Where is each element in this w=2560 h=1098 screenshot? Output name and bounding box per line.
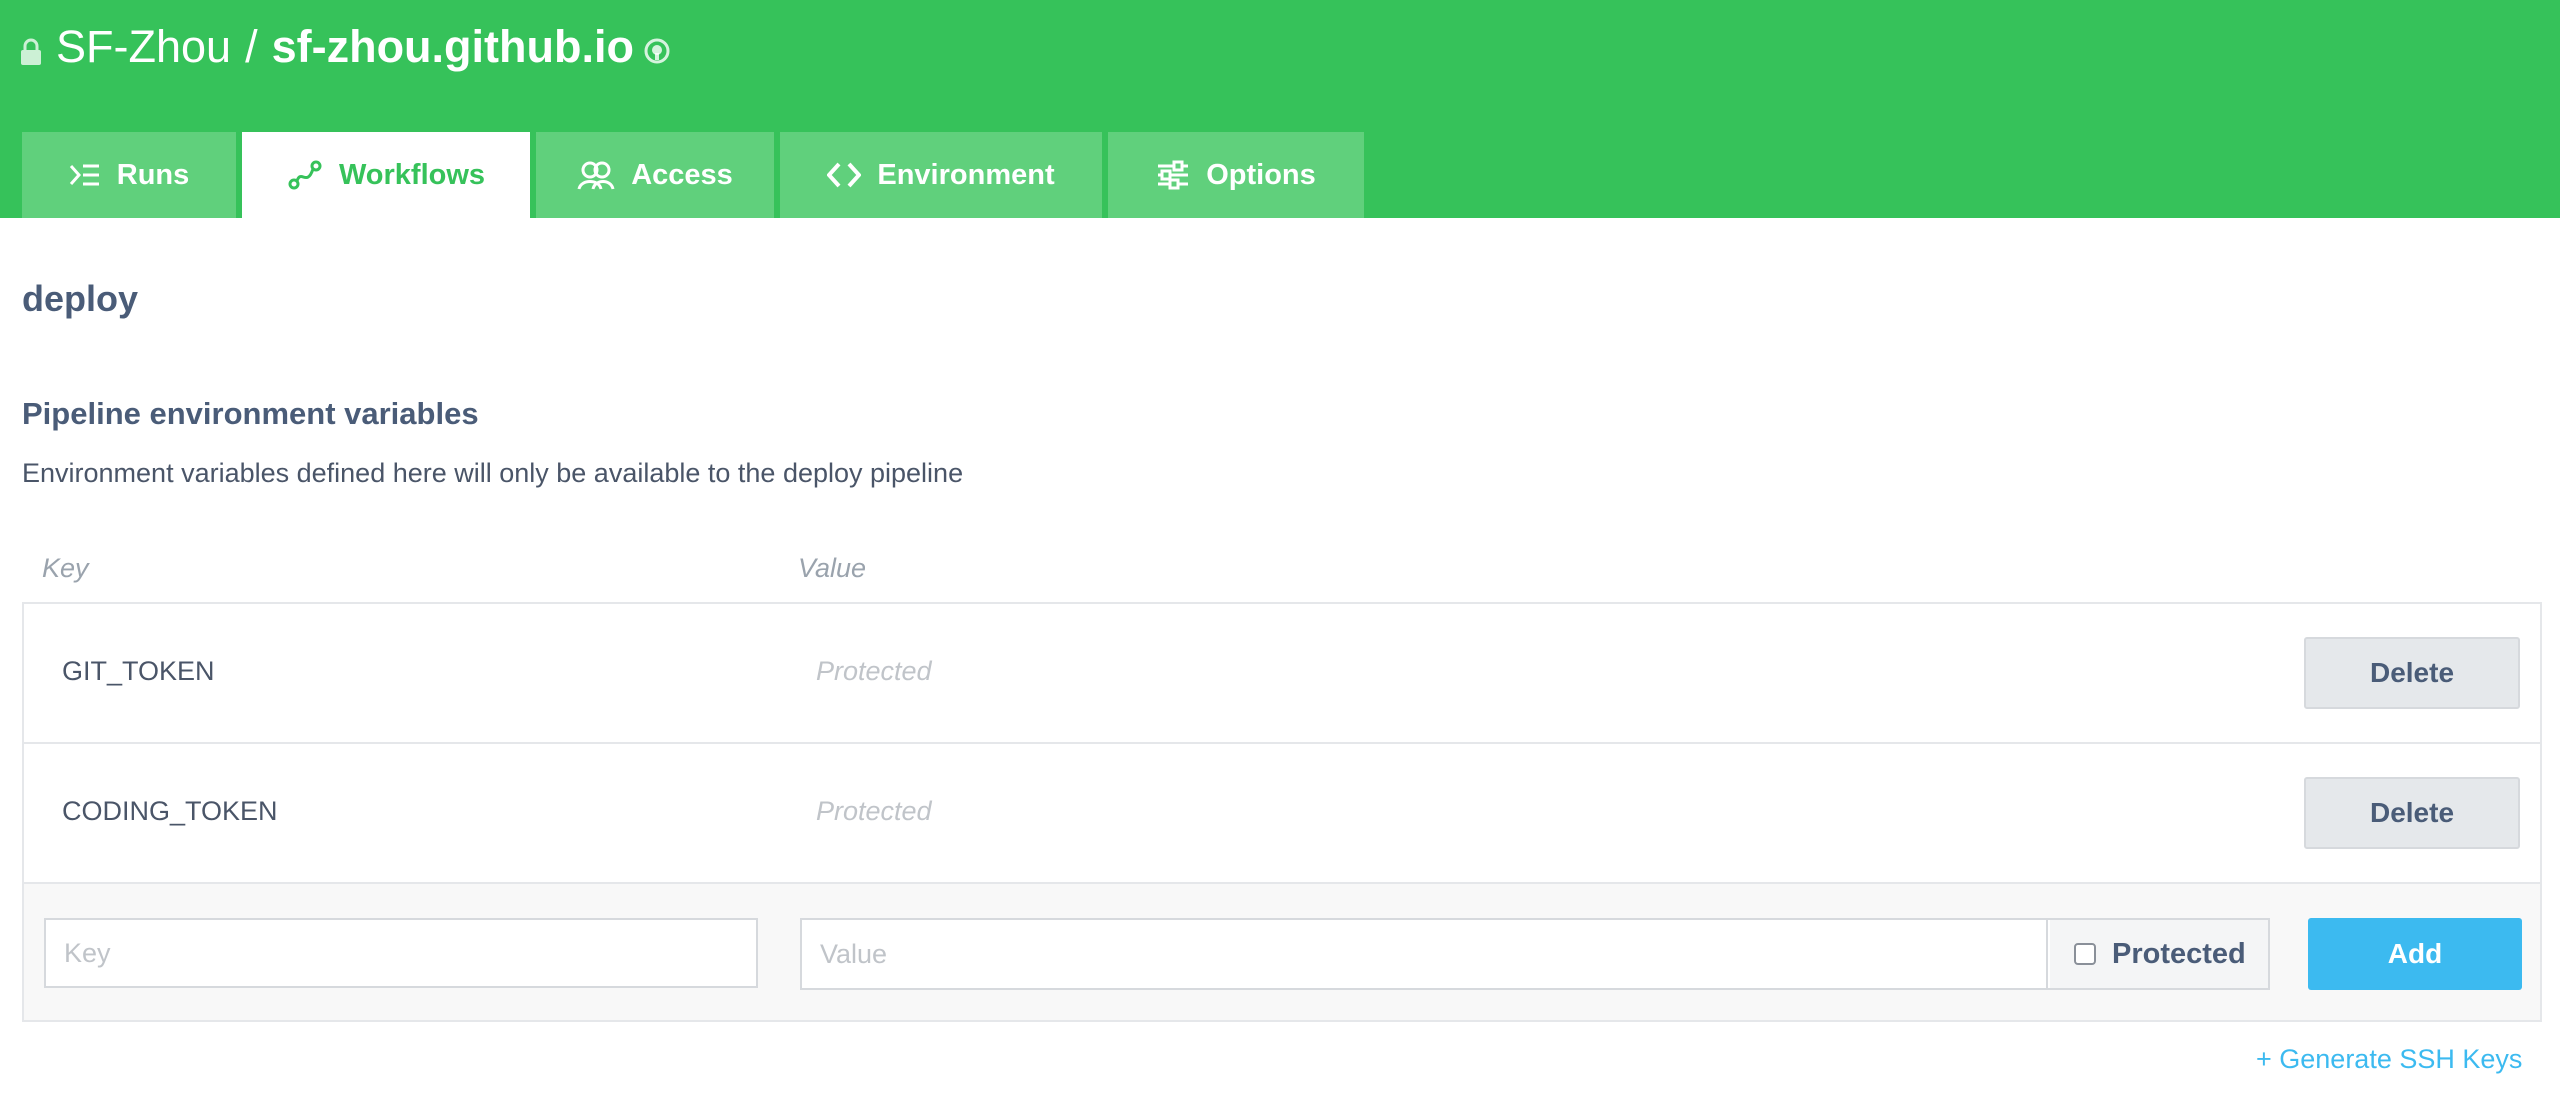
workflows-icon <box>288 160 322 190</box>
column-header-value: Value <box>798 553 867 583</box>
add-button[interactable]: Add <box>2308 918 2522 990</box>
value-input-group: Protected <box>800 918 2270 990</box>
section-description: Environment variables defined here will … <box>22 458 964 488</box>
variable-value: Protected <box>816 796 932 826</box>
header-bar: SF-Zhou / sf-zhou.github.io Runs Workflo… <box>0 0 2560 218</box>
repo-name[interactable]: sf-zhou.github.io <box>272 21 634 73</box>
protected-label: Protected <box>2112 937 2246 970</box>
tab-label: Workflows <box>338 158 486 191</box>
lock-icon <box>21 38 41 65</box>
tab-label: Runs <box>116 158 190 191</box>
repo-breadcrumb: SF-Zhou / sf-zhou.github.io <box>20 18 670 76</box>
table-row: GIT_TOKEN Protected Delete <box>24 604 2540 744</box>
tab-runs[interactable]: Runs <box>22 132 236 218</box>
key-input[interactable] <box>44 918 758 988</box>
tab-label: Environment <box>877 158 1055 191</box>
tab-access[interactable]: Access <box>536 132 774 218</box>
runs-icon <box>69 164 99 186</box>
variable-key: GIT_TOKEN <box>62 656 215 686</box>
environment-icon <box>827 162 862 188</box>
breadcrumb-separator: / <box>245 21 258 72</box>
repo-owner[interactable]: SF-Zhou <box>56 21 231 73</box>
tab-environment[interactable]: Environment <box>780 132 1102 218</box>
value-input[interactable] <box>802 920 2048 988</box>
tab-workflows[interactable]: Workflows <box>242 132 530 218</box>
tab-bar: Runs Workflows Access Environment Option… <box>22 132 1370 218</box>
protected-toggle[interactable]: Protected <box>2050 920 2268 988</box>
access-icon <box>577 161 615 190</box>
column-header-key: Key <box>42 553 89 583</box>
generate-ssh-keys-link[interactable]: + Generate SSH Keys <box>2256 1044 2522 1075</box>
table-row: CODING_TOKEN Protected Delete <box>24 744 2540 884</box>
tab-label: Access <box>631 158 733 191</box>
section-heading: Pipeline environment variables <box>22 396 479 431</box>
page-title: deploy <box>22 278 139 319</box>
delete-button[interactable]: Delete <box>2304 637 2520 709</box>
protected-checkbox[interactable] <box>2074 943 2096 965</box>
add-variable-row: Protected Add <box>24 884 2540 1020</box>
env-variables-table: GIT_TOKEN Protected Delete CODING_TOKEN … <box>22 602 2542 1022</box>
options-icon <box>1158 160 1189 190</box>
tab-options[interactable]: Options <box>1108 132 1364 218</box>
variable-key: CODING_TOKEN <box>62 796 278 826</box>
variable-value: Protected <box>816 656 932 686</box>
github-icon[interactable] <box>644 38 670 64</box>
delete-button[interactable]: Delete <box>2304 777 2520 849</box>
tab-label: Options <box>1206 158 1316 191</box>
